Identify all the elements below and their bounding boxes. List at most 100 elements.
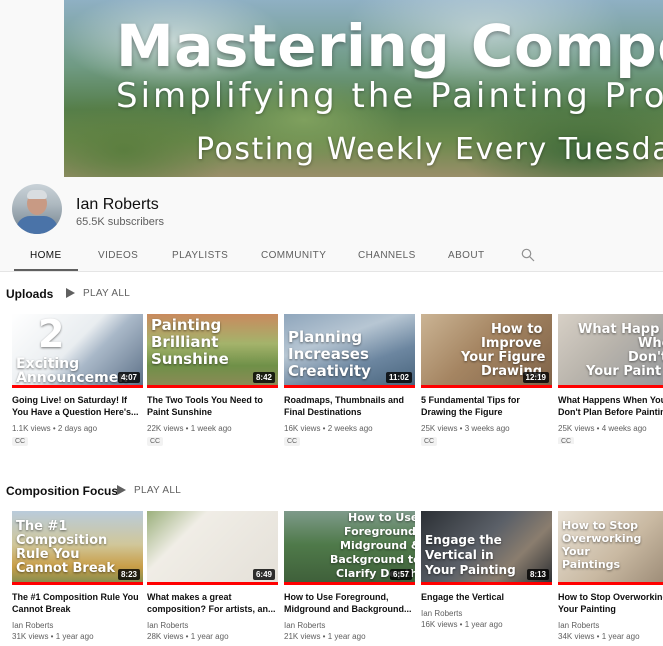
video-card[interactable]: How to Use Foreground, Midground & Backgrou… bbox=[284, 511, 415, 641]
watch-progress-bar bbox=[284, 385, 415, 388]
thumbnail-text: Planning bbox=[288, 328, 363, 346]
video-title-line: Midground and Background... bbox=[284, 604, 412, 615]
tab-videos[interactable]: VIDEOS bbox=[98, 250, 138, 261]
thumbnail-text: Increases bbox=[288, 345, 369, 363]
duration-badge: 4:07 bbox=[117, 372, 140, 383]
duration-badge: 8:13 bbox=[526, 569, 549, 580]
video-meta: 16K views • 2 weeks ago bbox=[284, 424, 373, 433]
video-thumbnail[interactable]: The #1 Composition Rule You Cannot Break 8:2… bbox=[12, 511, 143, 585]
video-card[interactable]: The #1 Composition Rule You Cannot Break 8:2… bbox=[12, 511, 143, 641]
avatar[interactable] bbox=[12, 184, 62, 234]
video-title[interactable]: How to Stop Overworking Your Painting bbox=[558, 591, 663, 615]
video-card[interactable]: Painting Brilliant Sunshine 8:42 The Two Too… bbox=[147, 314, 278, 446]
video-channel-name[interactable]: Ian Roberts bbox=[558, 621, 599, 630]
tab-channels[interactable]: CHANNELS bbox=[358, 250, 416, 261]
video-title[interactable]: What Happens When You Don't Plan Before P… bbox=[558, 394, 663, 418]
video-meta: 22K views • 1 week ago bbox=[147, 424, 232, 433]
search-icon[interactable] bbox=[521, 248, 535, 262]
video-channel-name[interactable]: Ian Roberts bbox=[147, 621, 188, 630]
video-title-line: composition? For artists, an... bbox=[147, 604, 276, 615]
video-thumbnail[interactable]: Engage the Vertical in Your Painting 8:13 bbox=[421, 511, 552, 585]
video-title[interactable]: The #1 Composition Rule You Cannot Break bbox=[12, 591, 143, 615]
thumbnail-text: Sunshine bbox=[151, 350, 229, 368]
thumbnail-text: Cannot Break bbox=[16, 561, 116, 576]
thumbnail-text: How to Use bbox=[348, 511, 415, 524]
video-card[interactable]: How to Improve Your Figure Drawing 12:19 5 Fu… bbox=[421, 314, 552, 446]
video-title-line: Drawing the Figure bbox=[421, 407, 503, 418]
video-title[interactable]: How to Use Foreground, Midground and Back… bbox=[284, 591, 415, 615]
tab-community[interactable]: COMMUNITY bbox=[261, 250, 326, 261]
watch-progress-bar bbox=[284, 582, 415, 585]
video-thumbnail[interactable]: Planning Increases Creativity 11:02 bbox=[284, 314, 415, 388]
cc-badge: CC bbox=[284, 437, 301, 446]
video-title-line: The Two Tools You Need to bbox=[147, 395, 263, 405]
thumbnail-text: Foreground, bbox=[344, 525, 415, 538]
tab-playlists[interactable]: PLAYLISTS bbox=[172, 250, 228, 261]
video-title[interactable]: What makes a great composition? For artis… bbox=[147, 591, 278, 615]
tab-about[interactable]: ABOUT bbox=[448, 250, 484, 261]
channel-tabs: HOME VIDEOS PLAYLISTS COMMUNITY CHANNELS… bbox=[0, 244, 663, 271]
video-card[interactable]: What HappWhenDon't PYour Paint What Happe… bbox=[558, 314, 663, 444]
video-meta: 34K views • 1 year ago bbox=[558, 632, 640, 641]
watch-progress-bar bbox=[558, 385, 663, 388]
video-title-line: How to Stop Overworking bbox=[558, 592, 663, 602]
video-thumbnail[interactable]: 2 Exciting Announcemen 4:07 bbox=[12, 314, 143, 388]
watch-progress-bar bbox=[421, 582, 552, 585]
video-meta: 1.1K views • 2 days ago bbox=[12, 424, 98, 433]
video-thumbnail[interactable]: What HappWhenDon't PYour Paint bbox=[558, 314, 663, 388]
video-title[interactable]: Roadmaps, Thumbnails and Final Destinatio… bbox=[284, 394, 415, 418]
video-channel-name[interactable]: Ian Roberts bbox=[421, 609, 462, 618]
video-thumbnail[interactable]: How to Improve Your Figure Drawing 12:19 bbox=[421, 314, 552, 388]
thumbnail-text: Rule You bbox=[16, 547, 80, 562]
video-channel-name[interactable]: Ian Roberts bbox=[12, 621, 53, 630]
video-thumbnail[interactable]: How to Use Foreground, Midground & Backgrou… bbox=[284, 511, 415, 585]
banner-subtitle: Simplifying the Painting Proc bbox=[116, 76, 663, 116]
duration-badge: 8:42 bbox=[252, 372, 275, 383]
thumbnail-text: Announcemen bbox=[16, 370, 129, 386]
video-title[interactable]: The Two Tools You Need to Paint Sunshine bbox=[147, 394, 278, 418]
video-meta: 21K views • 1 year ago bbox=[284, 632, 366, 641]
thumbnail-text: Vertical in bbox=[425, 548, 494, 562]
video-card[interactable]: 6:49 What makes a great composition? For a… bbox=[147, 511, 278, 641]
video-card[interactable]: Planning Increases Creativity 11:02 Roadmaps… bbox=[284, 314, 415, 446]
thumbnail-text: Overworking bbox=[562, 532, 642, 545]
thumbnail-text: Paintings bbox=[562, 558, 621, 571]
video-channel-name[interactable]: Ian Roberts bbox=[284, 621, 325, 630]
thumbnail-text: Improve bbox=[481, 336, 542, 351]
shelf-title-composition-focus[interactable]: Composition Focus bbox=[6, 484, 118, 498]
channel-banner-area: Mastering Compositi Simplifying the Pain… bbox=[0, 0, 663, 180]
duration-badge: 8:23 bbox=[117, 569, 140, 580]
video-title[interactable]: Going Live! on Saturday! If You Have a Qu… bbox=[12, 394, 143, 418]
thumbnail-text: Background to bbox=[330, 553, 415, 566]
cc-badge: CC bbox=[558, 437, 575, 444]
video-title-line: Going Live! on Saturday! If bbox=[12, 395, 128, 405]
video-title-line: The #1 Composition Rule You bbox=[12, 592, 139, 602]
shelf-title-uploads[interactable]: Uploads bbox=[6, 287, 53, 301]
watch-progress-bar bbox=[147, 385, 278, 388]
thumbnail-text: Painting bbox=[151, 316, 222, 334]
watch-progress-bar bbox=[12, 385, 143, 388]
video-meta: 25K views • 3 weeks ago bbox=[421, 424, 510, 433]
video-card[interactable]: 2 Exciting Announcemen 4:07 Going Live! on S… bbox=[12, 314, 143, 446]
watch-progress-bar bbox=[12, 582, 143, 585]
play-icon[interactable] bbox=[117, 485, 126, 495]
play-all-button[interactable]: PLAY ALL bbox=[83, 288, 130, 299]
thumbnail-text: Brilliant bbox=[151, 333, 219, 351]
thumbnail-text: What Happ bbox=[578, 322, 660, 337]
video-title-line: Don't Plan Before Painting bbox=[558, 407, 663, 418]
video-thumbnail[interactable]: Painting Brilliant Sunshine 8:42 bbox=[147, 314, 278, 388]
video-meta: 25K views • 4 weeks ago bbox=[558, 424, 647, 433]
video-title[interactable]: 5 Fundamental Tips for Drawing the Figure bbox=[421, 394, 552, 418]
play-icon[interactable] bbox=[66, 288, 75, 298]
thumbnail-text: Engage the bbox=[425, 533, 502, 547]
thumbnail-text: How to bbox=[491, 322, 543, 337]
tab-home[interactable]: HOME bbox=[30, 250, 62, 261]
watch-progress-bar bbox=[421, 385, 552, 388]
video-thumbnail[interactable]: How to Stop Overworking Your Paintings bbox=[558, 511, 663, 585]
channel-name: Ian Roberts bbox=[76, 196, 159, 213]
video-card[interactable]: Engage the Vertical in Your Painting 8:13 En… bbox=[421, 511, 552, 641]
play-all-button[interactable]: PLAY ALL bbox=[134, 485, 181, 496]
video-title[interactable]: Engage the Vertical bbox=[421, 591, 552, 603]
video-thumbnail[interactable]: 6:49 bbox=[147, 511, 278, 585]
video-card[interactable]: How to Stop Overworking Your Paintings How t… bbox=[558, 511, 663, 641]
